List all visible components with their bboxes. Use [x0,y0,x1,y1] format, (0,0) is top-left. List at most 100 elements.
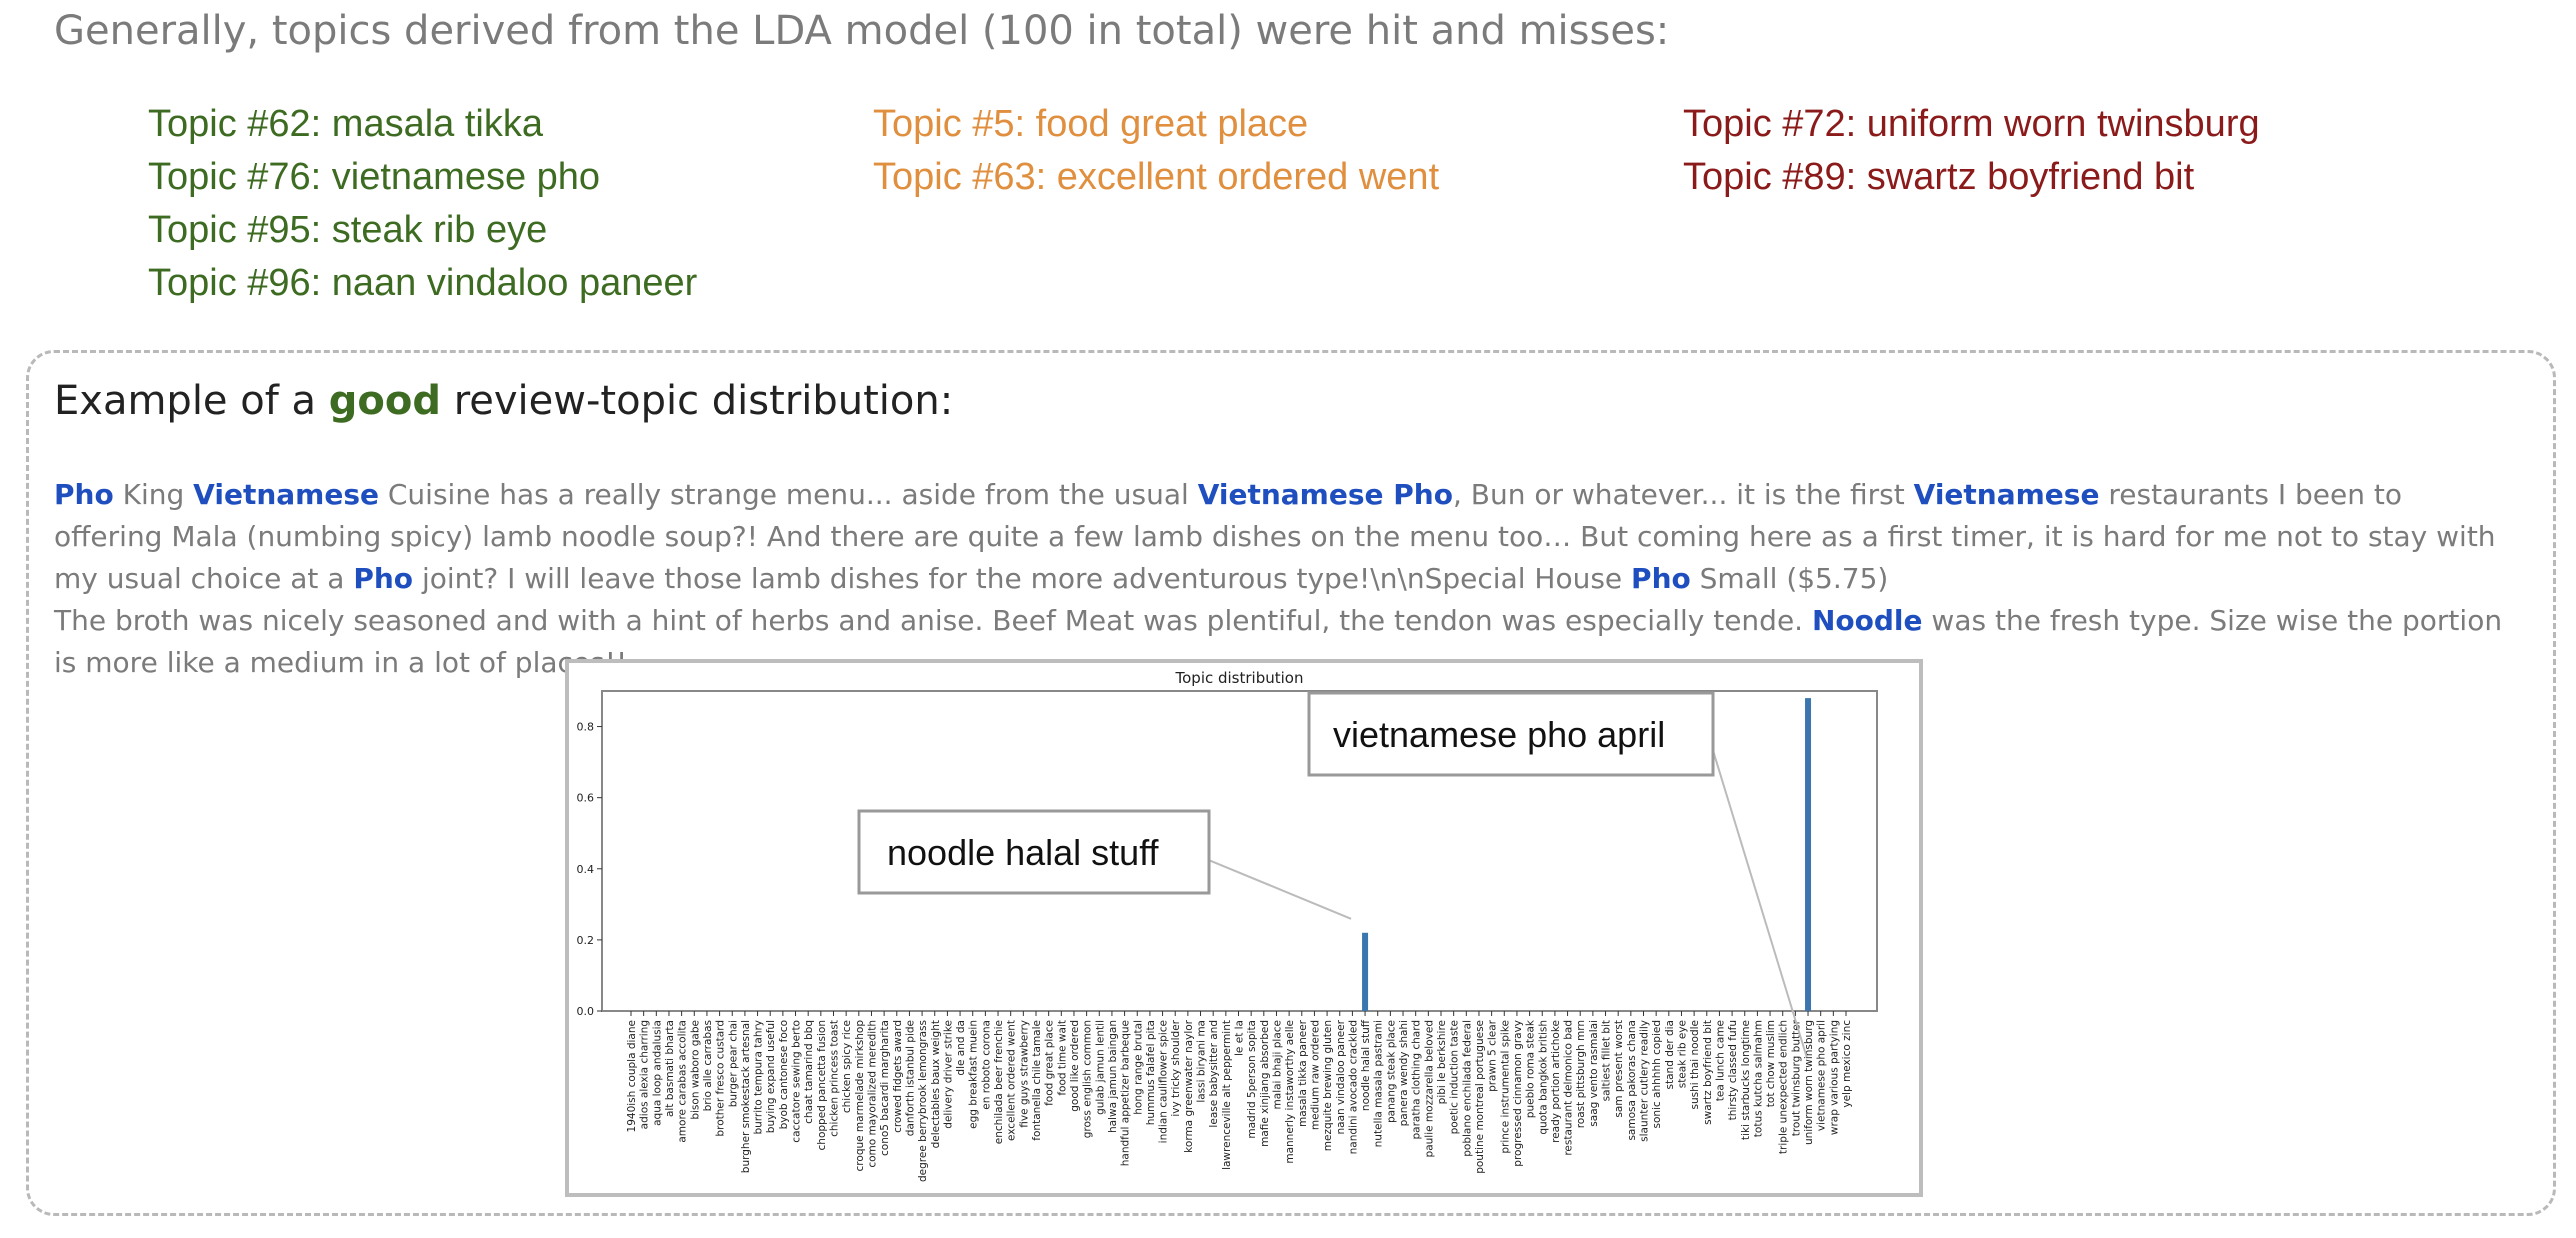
x-tick-label: chaat tamarind bbq [803,1020,815,1124]
x-tick-label: buying expand useful [765,1020,777,1133]
review-segment: , Bun or whatever... it is the first [1452,478,1914,511]
mixed-topics-list: Topic #5: food great place Topic #63: ex… [873,98,1439,204]
review-segment: joint? I will leave those lamb dishes fo… [413,562,1632,595]
y-tick-label: 0.2 [577,934,595,947]
x-tick-label: good like ordered [1069,1020,1081,1112]
annotation-label: vietnamese pho april [1333,714,1665,755]
review-segment: Cuisine has a really strange menu... asi… [378,478,1198,511]
x-tick-label: lassi biryani ma [1196,1020,1208,1103]
x-tick-label: naan vindaloo paneer [1335,1019,1347,1134]
x-tick-label: tea lunch came [1714,1020,1726,1101]
keyword: Pho [1631,562,1691,595]
x-tick-label: gulab jamun lentil [1094,1020,1106,1115]
x-tick-label: nutella masala pastrami [1373,1020,1385,1147]
review-segment: Small ($5.75) [1690,562,1889,595]
x-tick-label: five guys strawberry [1018,1020,1030,1128]
x-tick-label: delectables baux weight [930,1020,942,1148]
x-tick-label: panera wendy shahi [1398,1020,1410,1126]
x-tick-label: ivy tricky shoulder [1170,1019,1182,1116]
x-tick-label: nandini avocado crackled [1347,1020,1359,1154]
x-tick-label: chicken spicy rice [841,1020,853,1113]
review-text: Pho King Vietnamese Cuisine has a really… [54,474,2514,684]
keyword: Vietnamese [1913,478,2100,511]
x-tick-label: excellent ordered went [1006,1020,1018,1141]
keyword: Noodle [1811,604,1923,637]
review-segment: King [113,478,194,511]
x-tick-label: korma greenwater naylor [1183,1019,1195,1152]
x-tick-label: steak rib eye [1676,1020,1688,1088]
x-tick-label: totus kutcha salmahm [1752,1020,1764,1137]
topic-item: Topic #5: food great place [873,103,1309,145]
bar [1362,932,1369,1011]
x-tick-label: roast pittsburgh mrn [1575,1020,1587,1128]
x-tick-label: poblano enchilada federal [1461,1020,1473,1157]
x-tick-label: madrid 5person sopita [1246,1020,1258,1139]
x-tick-label: paratha clothing chard [1411,1020,1423,1140]
x-tick-label: sushi thai noodle [1689,1020,1701,1110]
topic-item: Topic #95: steak rib eye [148,209,548,251]
x-tick-label: alt basmati bharta [664,1020,676,1117]
x-tick-label: chopped pancetta fusion [816,1020,828,1150]
x-tick-label: adios alexia charring [639,1020,651,1129]
keyword: Pho [353,562,414,595]
x-tick-label: medium raw ordered [1309,1020,1321,1130]
x-tick-label: aqua loop andalusia [651,1020,663,1126]
intro-text: Generally, topics derived from the LDA m… [54,8,1670,54]
x-tick-label: saltiest fillet bit [1601,1020,1613,1101]
x-tick-label: uniform worn twinsburg [1803,1020,1815,1145]
topic-item: Topic #63: excellent ordered went [873,156,1440,198]
topic-item: Topic #89: swartz boyfriend bit [1683,156,2195,198]
x-tick-label: quota bangkok british [1537,1020,1549,1135]
x-tick-label: cono5 bacardi margharita [879,1020,891,1156]
x-tick-label: egg breakfast muein [968,1020,980,1129]
x-tick-label: chicken princess toast [829,1020,841,1137]
x-tick-label: stand der dia [1664,1020,1676,1089]
x-tick-label: masala tikka paneer [1297,1019,1309,1127]
y-tick-label: 0.6 [577,792,595,805]
x-tick-label: brio alle carrabas [702,1020,714,1111]
x-tick-label: pueblo roma steak [1525,1019,1537,1118]
example-title: Example of a good review-topic distribut… [54,378,953,424]
x-tick-label: en roboto corona [980,1020,992,1110]
x-tick-label: fontanella chile tamale [1031,1020,1043,1141]
x-tick-label: poetic induction taste [1449,1020,1461,1134]
review-segment: The broth was nicely seasoned and with a… [54,604,1812,637]
good-topics-list: Topic #62: masala tikka Topic #76: vietn… [148,98,697,310]
x-tick-label: delivery driver strike [942,1020,954,1129]
x-tick-label: como mayoralized meredith [866,1020,878,1168]
keyword: Pho [54,478,114,511]
x-tick-label: samosa pakoras chana [1626,1020,1638,1141]
x-tick-label: handful appetizer barbeque [1120,1020,1132,1166]
x-tick-label: ready portion artichoke [1550,1020,1562,1143]
x-tick-label: byob cantonese foco [778,1020,790,1129]
x-tick-label: saag vento rasmalai [1588,1020,1600,1127]
topic-item: Topic #62: masala tikka [148,103,543,145]
x-tick-label: caccatore sewing berto [791,1020,803,1143]
x-tick-label: panang steak place [1385,1020,1397,1123]
x-tick-label: noodle halal stuff [1360,1019,1372,1111]
x-tick-label: lawrenceville alt peppermint [1221,1020,1233,1170]
x-tick-label: wrap various partying [1828,1020,1840,1135]
title-prefix: Example of a [54,378,329,424]
x-tick-label: indian cauliflower spice [1158,1020,1170,1143]
x-tick-label: lease babysitter and [1208,1020,1220,1128]
x-tick-label: hummus falafel pita [1145,1020,1157,1125]
x-tick-label: enchilada beer frenchie [993,1020,1005,1144]
title-emphasis: good [328,378,441,424]
x-tick-label: food time wait [1056,1020,1068,1096]
chart-title: Topic distribution [1175,669,1304,687]
keyword: Vietnamese [193,478,379,511]
bar [1805,698,1812,1011]
x-tick-label: burrito tempura tahry [753,1020,765,1135]
x-tick-label: bison waboro gabe [689,1020,701,1120]
y-tick-label: 0.0 [577,1005,595,1018]
x-tick-label: gross english common [1082,1020,1094,1138]
review-paragraph: Pho King Vietnamese Cuisine has a really… [54,474,2514,600]
x-tick-label: 1940ish coupla diane [626,1020,638,1132]
bad-topics-list: Topic #72: uniform worn twinsburg Topic … [1683,98,2260,204]
annotation-arrow [1208,859,1352,920]
keyword: Vietnamese Pho [1197,478,1453,511]
x-tick-label: mezquite brewing gluten [1322,1020,1334,1151]
x-tick-label: crowed fidgets award [892,1020,904,1133]
x-tick-label: poutine montreal portuguese [1474,1020,1486,1174]
